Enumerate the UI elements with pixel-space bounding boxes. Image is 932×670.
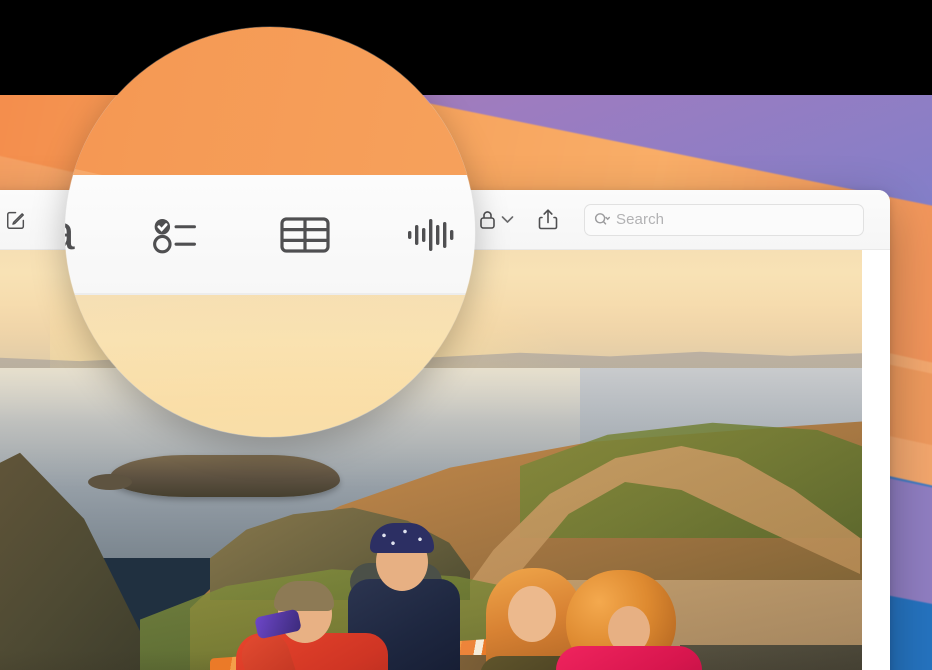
- magnifier-loupe: Aa: [65, 27, 475, 437]
- magnified-toolbar: Aa: [65, 175, 475, 295]
- text-format-label: Aa: [65, 206, 76, 262]
- share-button[interactable]: [538, 208, 558, 231]
- person-figure: [222, 581, 392, 670]
- person-figure: [556, 570, 702, 670]
- search-placeholder: Search: [616, 211, 665, 228]
- magnified-notes-window: Aa: [65, 175, 475, 437]
- lock-icon: [480, 210, 495, 229]
- chevron-down-icon[interactable]: [501, 215, 514, 224]
- lock-button[interactable]: [478, 209, 514, 231]
- magnifier-content: Aa: [65, 27, 475, 437]
- compose-icon[interactable]: [5, 209, 27, 231]
- checklist-icon[interactable]: [152, 212, 204, 256]
- toolbar-left-segment: [0, 190, 72, 249]
- text-format-icon[interactable]: Aa: [65, 206, 76, 262]
- audio-waveform-icon[interactable]: [408, 212, 456, 256]
- magnified-format-segment: Aa: [65, 175, 475, 293]
- share-icon: [538, 209, 558, 230]
- search-icon: [594, 213, 611, 225]
- magnified-photo: [65, 295, 475, 437]
- search-input[interactable]: Search: [584, 203, 864, 236]
- toolbar-right-segment: Search: [478, 190, 890, 249]
- table-icon[interactable]: [280, 212, 332, 256]
